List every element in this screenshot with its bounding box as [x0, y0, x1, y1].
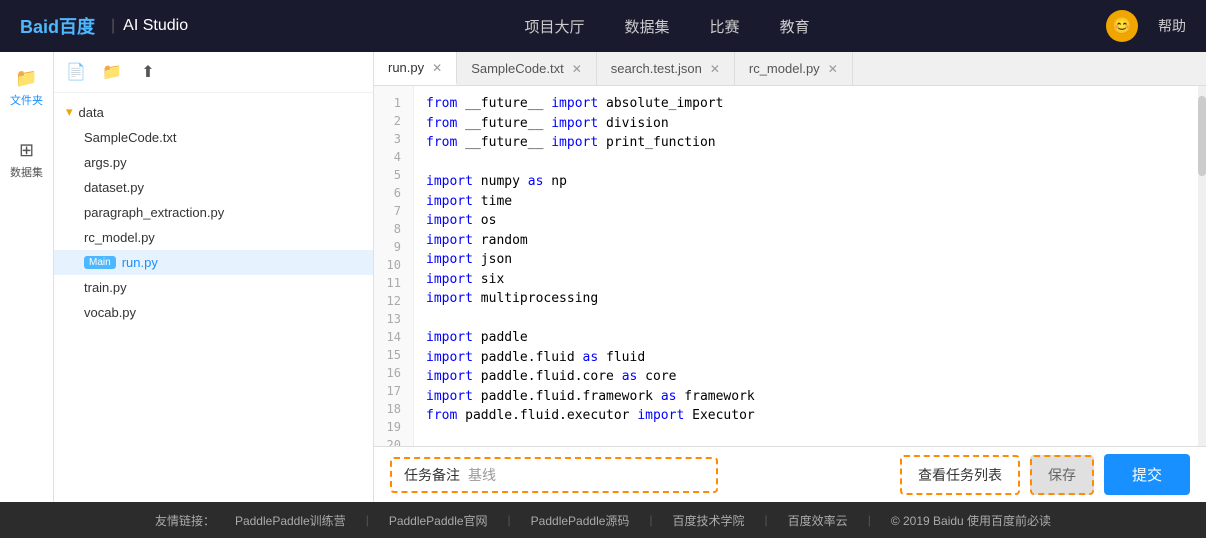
- avatar[interactable]: 😊: [1106, 10, 1138, 42]
- list-item[interactable]: SampleCode.txt: [54, 125, 373, 150]
- tab-close-icon[interactable]: ✕: [828, 63, 838, 75]
- submit-button[interactable]: 提交: [1104, 454, 1190, 495]
- task-input-group: 任务备注 基线: [390, 457, 718, 493]
- file-name: rc_model.py: [84, 230, 155, 245]
- navbar-right: 😊 帮助: [1106, 10, 1186, 42]
- footer: 友情链接： PaddlePaddle训练营 | PaddlePaddle官网 |…: [0, 502, 1206, 538]
- footer-link-training[interactable]: PaddlePaddle训练营: [235, 512, 346, 529]
- list-item[interactable]: dataset.py: [54, 175, 373, 200]
- tab-close-icon[interactable]: ✕: [432, 62, 442, 74]
- folder-name: data: [79, 105, 104, 120]
- nav-item-education[interactable]: 教育: [780, 16, 810, 37]
- footer-divider: |: [868, 513, 871, 527]
- footer-link-academy[interactable]: 百度技术学院: [673, 512, 745, 529]
- logo: Baid百度 | AI Studio: [20, 13, 188, 39]
- file-name: SampleCode.txt: [84, 130, 177, 145]
- tab-label: rc_model.py: [749, 61, 820, 76]
- new-folder-icon[interactable]: 📁: [100, 60, 124, 84]
- tab-label: run.py: [388, 60, 424, 75]
- editor-area: run.py ✕ SampleCode.txt ✕ search.test.js…: [374, 52, 1206, 502]
- file-icon: 📁: [15, 68, 37, 89]
- footer-link-cloud[interactable]: 百度效率云: [788, 512, 848, 529]
- folder-arrow-icon: ▾: [66, 104, 73, 120]
- task-input-field[interactable]: [504, 467, 704, 483]
- footer-prefix: 友情链接：: [155, 512, 215, 529]
- list-item[interactable]: vocab.py: [54, 300, 373, 325]
- footer-divider: |: [366, 513, 369, 527]
- tab-samplecode[interactable]: SampleCode.txt ✕: [457, 52, 597, 85]
- nav-item-projects[interactable]: 项目大厅: [525, 16, 585, 37]
- line-numbers: 1 2 3 4 5 6 7 8 9 10 11 12 13 14 15 16 1: [374, 86, 414, 446]
- task-label: 任务备注: [404, 465, 460, 485]
- footer-link-source[interactable]: PaddlePaddle源码: [531, 512, 630, 529]
- file-name: paragraph_extraction.py: [84, 205, 224, 220]
- tab-close-icon[interactable]: ✕: [572, 63, 582, 75]
- file-name: train.py: [84, 280, 127, 295]
- footer-divider: |: [649, 513, 652, 527]
- footer-copyright: © 2019 Baidu 使用百度前必读: [891, 512, 1051, 529]
- file-name: vocab.py: [84, 305, 136, 320]
- main-area: 📁 文件夹 ⊞ 数据集 📄 📁 ⬆ ▾ data SampleCode.txt …: [0, 52, 1206, 502]
- bottom-panel: 任务备注 基线 查看任务列表 保存 提交: [374, 446, 1206, 502]
- list-item[interactable]: train.py: [54, 275, 373, 300]
- tab-search-json[interactable]: search.test.json ✕: [597, 52, 735, 85]
- file-name-active: run.py: [122, 255, 158, 270]
- sidebar-item-files[interactable]: 📁 文件夹: [4, 62, 49, 114]
- file-list: ▾ data SampleCode.txt args.py dataset.py…: [54, 93, 373, 502]
- new-file-icon[interactable]: 📄: [64, 60, 88, 84]
- list-item[interactable]: rc_model.py: [54, 225, 373, 250]
- sidebar-icons: 📁 文件夹 ⊞ 数据集: [0, 52, 54, 502]
- view-tasks-button[interactable]: 查看任务列表: [900, 455, 1020, 495]
- bottom-right-actions: 查看任务列表 保存 提交: [900, 454, 1190, 495]
- list-item[interactable]: paragraph_extraction.py: [54, 200, 373, 225]
- sidebar-item-datasets[interactable]: ⊞ 数据集: [4, 134, 49, 186]
- file-name: args.py: [84, 155, 127, 170]
- tab-label: SampleCode.txt: [471, 61, 564, 76]
- sidebar-label-datasets: 数据集: [10, 164, 43, 180]
- footer-divider: |: [765, 513, 768, 527]
- help-link[interactable]: 帮助: [1158, 16, 1186, 36]
- code-editor[interactable]: 1 2 3 4 5 6 7 8 9 10 11 12 13 14 15 16 1: [374, 86, 1206, 446]
- tab-run-py[interactable]: run.py ✕: [374, 52, 457, 85]
- file-name: dataset.py: [84, 180, 144, 195]
- tab-close-icon[interactable]: ✕: [710, 63, 720, 75]
- footer-link-website[interactable]: PaddlePaddle官网: [389, 512, 488, 529]
- upload-icon[interactable]: ⬆: [136, 60, 160, 84]
- file-panel: 📄 📁 ⬆ ▾ data SampleCode.txt args.py data…: [54, 52, 374, 502]
- scrollbar-track[interactable]: [1198, 86, 1206, 446]
- list-item-active[interactable]: Main run.py: [54, 250, 373, 275]
- code-content: 1 2 3 4 5 6 7 8 9 10 11 12 13 14 15 16 1: [374, 86, 1206, 446]
- main-badge: Main: [84, 256, 116, 269]
- scrollbar-thumb[interactable]: [1198, 96, 1206, 176]
- logo-brand: Baid百度: [20, 13, 95, 39]
- logo-product: AI Studio: [123, 17, 188, 35]
- nav-item-competition[interactable]: 比赛: [710, 16, 740, 37]
- tab-rc-model[interactable]: rc_model.py ✕: [735, 52, 853, 85]
- nav-item-datasets[interactable]: 数据集: [625, 16, 670, 37]
- file-toolbar: 📄 📁 ⬆: [54, 52, 373, 93]
- list-item[interactable]: args.py: [54, 150, 373, 175]
- sidebar-label-files: 文件夹: [10, 92, 43, 108]
- code-lines: from __future__ import absolute_import f…: [414, 86, 1206, 446]
- logo-divider: |: [111, 17, 115, 35]
- navbar: Baid百度 | AI Studio 项目大厅 数据集 比赛 教育 😊 帮助: [0, 0, 1206, 52]
- save-button[interactable]: 保存: [1030, 455, 1094, 495]
- footer-divider: |: [508, 513, 511, 527]
- grid-icon: ⊞: [19, 140, 34, 161]
- nav-links: 项目大厅 数据集 比赛 教育: [228, 16, 1106, 37]
- tab-label: search.test.json: [611, 61, 702, 76]
- baseline-label: 基线: [468, 465, 496, 485]
- folder-data[interactable]: ▾ data: [54, 99, 373, 125]
- editor-tabs: run.py ✕ SampleCode.txt ✕ search.test.js…: [374, 52, 1206, 86]
